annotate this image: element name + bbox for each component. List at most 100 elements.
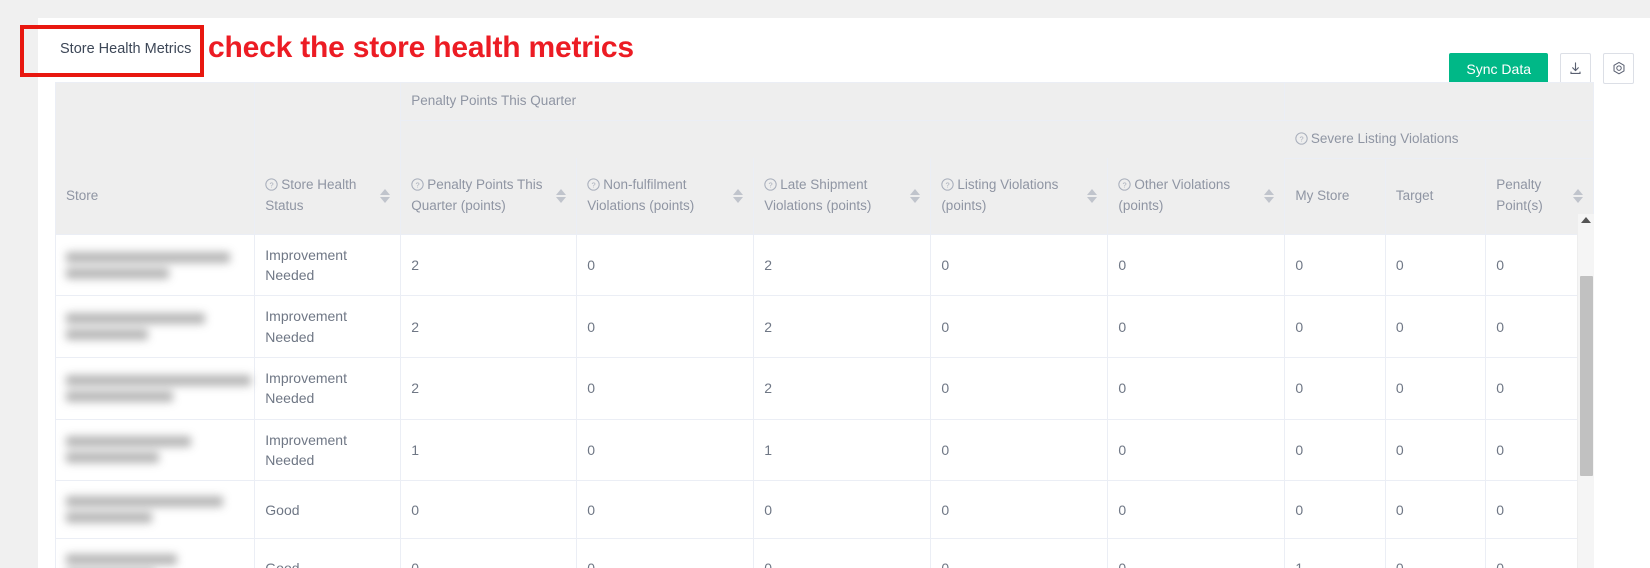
help-icon-other-violations[interactable]: ? [1118,177,1131,190]
cell-target: 0 [1385,539,1485,568]
settings-gear-icon [1611,61,1627,77]
store-name-redacted [66,436,244,463]
help-icon-status[interactable]: ? [265,177,278,190]
cell-store [56,358,255,420]
cell-other-violations: 0 [1108,539,1285,568]
store-health-table: Penalty Points This Quarter ? Severe Lis… [56,83,1594,568]
col-header-status-label: Store Health Status [265,177,356,213]
col-header-penalty-points[interactable]: ?Penalty Points This Quarter (points) [401,158,577,234]
help-icon-penalty-points[interactable]: ? [411,177,424,190]
cell-non-fulfilment: 0 [577,234,754,296]
svg-text:?: ? [592,181,596,190]
svg-text:?: ? [270,181,274,190]
cell-my-store: 1 [1285,539,1385,568]
col-header-listing-violations[interactable]: ?Listing Violations (points) [931,158,1108,234]
col-header-listing-violations-label: Listing Violations (points) [941,177,1058,213]
cell-my-store: 0 [1285,358,1385,420]
cell-status: Good [255,481,401,539]
sort-toggle-late-shipment[interactable] [910,189,920,203]
download-button[interactable] [1560,53,1591,84]
table-row[interactable]: Improvement Needed20200000 [56,358,1594,420]
cell-listing-violations: 0 [931,539,1108,568]
col-header-target-label: Target [1396,188,1434,203]
cell-status: Improvement Needed [255,296,401,358]
col-header-store-label: Store [66,188,98,203]
cell-my-store: 0 [1285,234,1385,296]
col-header-status[interactable]: ?Store Health Status [255,158,401,234]
cell-other-violations: 0 [1108,296,1285,358]
cell-status: Improvement Needed [255,419,401,481]
group-header-penalty-points: Penalty Points This Quarter [401,83,1285,120]
tab-strip: Store Health Metrics [38,26,213,72]
cell-penalty-points: 2 [401,234,577,296]
col-header-store: Store [56,158,255,234]
cell-late-shipment: 2 [754,234,931,296]
col-header-non-fulfilment[interactable]: ?Non-fulfilment Violations (points) [577,158,754,234]
svg-text:?: ? [1299,134,1303,143]
cell-late-shipment: 0 [754,539,931,568]
store-health-metrics-page: Store Health Metrics Sync Data [0,0,1650,568]
group-header-spacer [401,120,1285,158]
cell-store [56,296,255,358]
group-header-severe-label: Severe Listing Violations [1311,131,1459,146]
cell-store [56,234,255,296]
svg-text:?: ? [946,181,950,190]
col-header-late-shipment-text: ?Late Shipment Violations (points) [764,175,904,217]
tab-store-health-metrics[interactable]: Store Health Metrics [38,26,213,72]
help-icon-non-fulfilment[interactable]: ? [587,177,600,190]
cell-other-violations: 0 [1108,481,1285,539]
cell-status: Improvement Needed [255,358,401,420]
col-header-late-shipment[interactable]: ?Late Shipment Violations (points) [754,158,931,234]
sort-toggle-penalty-point-s[interactable] [1573,189,1583,203]
sort-toggle-non-fulfilment[interactable] [733,189,743,203]
cell-listing-violations: 0 [931,481,1108,539]
table-head: Penalty Points This Quarter ? Severe Lis… [56,83,1594,234]
store-name-redacted [66,375,244,402]
scroll-up-arrow-icon[interactable] [1581,217,1591,223]
cell-store [56,481,255,539]
cell-late-shipment: 0 [754,481,931,539]
cell-late-shipment: 1 [754,419,931,481]
store-name-redacted [66,313,244,340]
table-row[interactable]: Good00000000 [56,481,1594,539]
cell-my-store: 0 [1285,296,1385,358]
settings-button[interactable] [1603,53,1634,84]
col-header-other-violations[interactable]: ?Other Violations (points) [1108,158,1285,234]
scrollbar-thumb[interactable] [1580,276,1593,476]
help-icon-listing-violations[interactable]: ? [941,177,954,190]
table-row[interactable]: Good00000100 [56,539,1594,568]
sync-data-button[interactable]: Sync Data [1449,53,1548,84]
annotation-text: check the store health metrics [208,31,634,65]
cell-listing-violations: 0 [931,234,1108,296]
cell-target: 0 [1385,358,1485,420]
sort-toggle-status[interactable] [380,189,390,203]
help-icon-late-shipment[interactable]: ? [764,177,777,190]
sort-toggle-listing-violations[interactable] [1087,189,1097,203]
help-icon-severe-listing-violations[interactable]: ? [1295,131,1308,144]
col-header-late-shipment-label: Late Shipment Violations (points) [764,177,871,213]
store-health-table-container: Penalty Points This Quarter ? Severe Lis… [55,82,1594,568]
col-header-penalty-point-s-text: Penalty Point(s) [1496,175,1567,217]
group-header-severe-listing-violations: ? Severe Listing Violations [1285,120,1594,158]
table-row[interactable]: Improvement Needed20200000 [56,234,1594,296]
cell-my-store: 0 [1285,481,1385,539]
store-name-redacted [66,554,244,568]
store-name-redacted [66,252,244,279]
group-header-blank-store [56,83,255,158]
table-vertical-scrollbar[interactable] [1577,214,1594,568]
table-row[interactable]: Improvement Needed10100000 [56,419,1594,481]
sort-toggle-penalty-points[interactable] [556,189,566,203]
svg-text:?: ? [416,181,420,190]
col-header-listing-violations-text: ?Listing Violations (points) [941,175,1081,217]
cell-non-fulfilment: 0 [577,296,754,358]
col-header-non-fulfilment-label: Non-fulfilment Violations (points) [587,177,694,213]
cell-late-shipment: 2 [754,358,931,420]
cell-target: 0 [1385,296,1485,358]
cell-status: Good [255,539,401,568]
sort-toggle-other-violations[interactable] [1264,189,1274,203]
cell-penalty-points: 0 [401,539,577,568]
cell-non-fulfilment: 0 [577,419,754,481]
store-name-redacted [66,496,244,523]
col-header-penalty-points-label: Penalty Points This Quarter (points) [411,177,542,213]
table-row[interactable]: Improvement Needed20200000 [56,296,1594,358]
